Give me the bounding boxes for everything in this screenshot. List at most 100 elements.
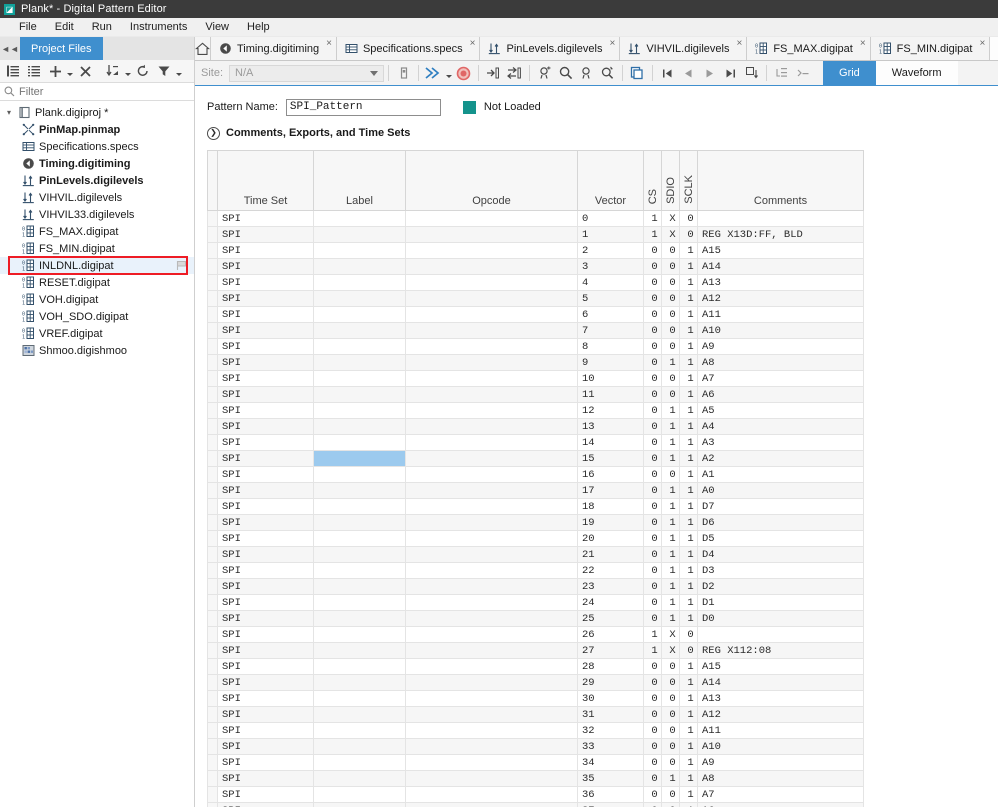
cell-label[interactable] xyxy=(313,386,406,403)
tree-item-timing-digitiming[interactable]: Timing.digitiming xyxy=(0,155,194,172)
cell-opcode[interactable] xyxy=(405,402,578,419)
find-vector-icon[interactable] xyxy=(534,63,555,84)
cell-sclk[interactable]: 1 xyxy=(679,562,698,579)
cell-sdio[interactable]: 1 xyxy=(661,578,680,595)
menu-item-view[interactable]: View xyxy=(196,18,238,37)
cell-cs[interactable]: 1 xyxy=(643,210,662,227)
copy-pattern-icon[interactable] xyxy=(627,63,648,84)
cell-sdio[interactable]: 1 xyxy=(661,530,680,547)
tab-project-files[interactable]: Project Files xyxy=(20,37,103,60)
cell-time-set[interactable]: SPI xyxy=(217,594,314,611)
row-header-cell[interactable] xyxy=(207,418,218,435)
cell-time-set[interactable]: SPI xyxy=(217,338,314,355)
cell-sclk[interactable]: 1 xyxy=(679,802,698,807)
tree-item-pinmap-pinmap[interactable]: PinMap.pinmap xyxy=(0,121,194,138)
cell-label[interactable] xyxy=(313,370,406,387)
row-header-cell[interactable] xyxy=(207,770,218,787)
cell-opcode[interactable] xyxy=(405,626,578,643)
menu-item-instruments[interactable]: Instruments xyxy=(121,18,196,37)
row-header-cell[interactable] xyxy=(207,754,218,771)
cell-time-set[interactable]: SPI xyxy=(217,434,314,451)
cell-cs[interactable]: 0 xyxy=(643,322,662,339)
pattern-grid-container[interactable]: Time Set Label Opcode Vector CS SDIO SCL… xyxy=(207,144,998,807)
row-header-cell[interactable] xyxy=(207,514,218,531)
tree-root-node[interactable]: ▾ Plank.digiproj * xyxy=(0,104,194,121)
cell-sclk[interactable]: 1 xyxy=(679,610,698,627)
cell-cs[interactable]: 0 xyxy=(643,786,662,803)
row-header-cell[interactable] xyxy=(207,674,218,691)
cell-vector[interactable]: 33 xyxy=(577,738,644,755)
table-row[interactable]: SPI 3 0 0 1 A14 xyxy=(207,258,864,275)
table-row[interactable]: SPI 35 0 1 1 A8 xyxy=(207,770,864,787)
cell-opcode[interactable] xyxy=(405,258,578,275)
cell-label[interactable] xyxy=(313,354,406,371)
cell-label[interactable] xyxy=(313,274,406,291)
tree-item-vihvil33-digilevels[interactable]: VIHVIL33.digilevels xyxy=(0,206,194,223)
cell-opcode[interactable] xyxy=(405,434,578,451)
cell-sclk[interactable]: 1 xyxy=(679,706,698,723)
table-row[interactable]: SPI 21 0 1 1 D4 xyxy=(207,546,864,563)
cell-sclk[interactable]: 1 xyxy=(679,594,698,611)
cell-vector[interactable]: 27 xyxy=(577,642,644,659)
column-header-vector[interactable]: Vector xyxy=(577,150,644,211)
refresh-icon[interactable] xyxy=(133,61,153,81)
cell-sdio[interactable]: 0 xyxy=(661,242,680,259)
cell-opcode[interactable] xyxy=(405,562,578,579)
cell-cs[interactable]: 0 xyxy=(643,450,662,467)
zoom-next-icon[interactable] xyxy=(597,63,618,84)
cell-time-set[interactable]: SPI xyxy=(217,290,314,307)
cell-sdio[interactable]: 0 xyxy=(661,722,680,739)
cell-sclk[interactable]: 1 xyxy=(679,786,698,803)
cell-sclk[interactable]: 1 xyxy=(679,290,698,307)
tree-item-fs-min-digipat[interactable]: 0 1 FS_MIN.digipat xyxy=(0,240,194,257)
row-header-cell[interactable] xyxy=(207,802,218,807)
cell-comments[interactable]: A8 xyxy=(697,354,864,371)
cell-label[interactable] xyxy=(313,434,406,451)
cell-opcode[interactable] xyxy=(405,786,578,803)
cell-label[interactable] xyxy=(313,770,406,787)
cell-sclk[interactable]: 1 xyxy=(679,738,698,755)
remove-icon[interactable] xyxy=(75,61,95,81)
cell-sdio[interactable]: 1 xyxy=(661,562,680,579)
cell-label[interactable] xyxy=(313,578,406,595)
cell-vector[interactable]: 30 xyxy=(577,690,644,707)
cell-label[interactable] xyxy=(313,674,406,691)
cell-opcode[interactable] xyxy=(405,290,578,307)
cell-sclk[interactable]: 1 xyxy=(679,466,698,483)
cell-sdio[interactable]: 0 xyxy=(661,258,680,275)
row-header-cell[interactable] xyxy=(207,434,218,451)
tree-item-shmoo-digishmoo[interactable]: Shmoo.digishmoo xyxy=(0,342,194,359)
column-header-cs[interactable]: CS xyxy=(643,150,662,211)
cell-time-set[interactable]: SPI xyxy=(217,690,314,707)
cell-time-set[interactable]: SPI xyxy=(217,562,314,579)
row-header-cell[interactable] xyxy=(207,626,218,643)
cell-vector[interactable]: 31 xyxy=(577,706,644,723)
cell-time-set[interactable]: SPI xyxy=(217,802,314,807)
cell-label[interactable] xyxy=(313,610,406,627)
cell-label[interactable] xyxy=(313,210,406,227)
cell-cs[interactable]: 0 xyxy=(643,562,662,579)
cell-label[interactable] xyxy=(313,658,406,675)
cell-vector[interactable]: 28 xyxy=(577,658,644,675)
console-icon[interactable] xyxy=(792,63,813,84)
row-header-cell[interactable] xyxy=(207,306,218,323)
cell-vector[interactable]: 34 xyxy=(577,754,644,771)
cell-vector[interactable]: 13 xyxy=(577,418,644,435)
table-row[interactable]: SPI 24 0 1 1 D1 xyxy=(207,594,864,611)
cell-sclk[interactable]: 1 xyxy=(679,434,698,451)
cell-time-set[interactable]: SPI xyxy=(217,578,314,595)
cell-time-set[interactable]: SPI xyxy=(217,274,314,291)
cell-sclk[interactable]: 1 xyxy=(679,450,698,467)
cell-sdio[interactable]: 0 xyxy=(661,738,680,755)
cell-sclk[interactable]: 0 xyxy=(679,226,698,243)
cell-label[interactable] xyxy=(313,290,406,307)
cell-sclk[interactable]: 1 xyxy=(679,258,698,275)
goto-vector-icon[interactable] xyxy=(576,63,597,84)
cell-vector[interactable]: 36 xyxy=(577,786,644,803)
cell-label[interactable] xyxy=(313,338,406,355)
table-row[interactable]: SPI 6 0 0 1 A11 xyxy=(207,306,864,323)
cell-label[interactable] xyxy=(313,514,406,531)
cell-opcode[interactable] xyxy=(405,674,578,691)
site-select[interactable]: N/A xyxy=(229,64,385,82)
cell-sclk[interactable]: 1 xyxy=(679,274,698,291)
